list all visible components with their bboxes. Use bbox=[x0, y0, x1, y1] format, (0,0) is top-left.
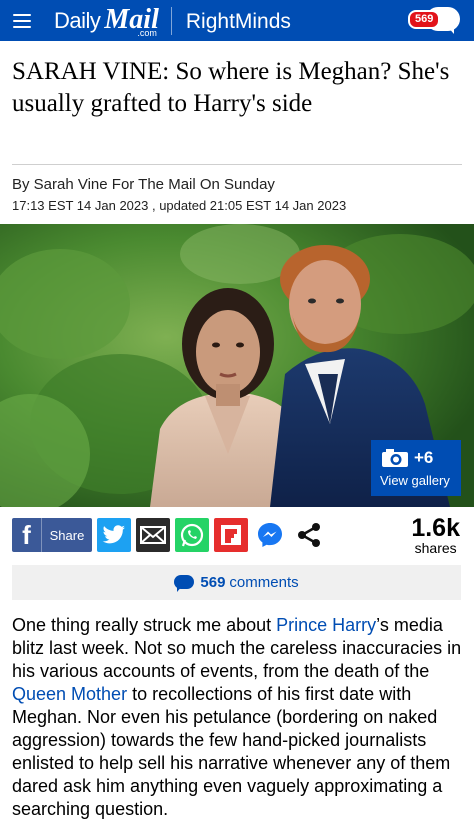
body-text-segment: One thing really struck me about bbox=[12, 615, 277, 635]
menu-icon[interactable] bbox=[0, 0, 44, 41]
top-nav-bar: Daily Mail .com RightMinds 569 bbox=[0, 0, 474, 41]
dateline: 17:13 EST 14 Jan 2023 , updated 21:05 ES… bbox=[12, 198, 347, 213]
gallery-count: +6 bbox=[414, 448, 434, 467]
more-share-button[interactable] bbox=[292, 518, 326, 552]
whatsapp-icon bbox=[180, 523, 204, 547]
email-icon bbox=[140, 526, 166, 544]
logo-com: .com bbox=[137, 28, 157, 38]
view-gallery-label: View gallery bbox=[380, 473, 450, 488]
twitter-icon bbox=[102, 525, 126, 544]
comments-count: 569 bbox=[200, 574, 226, 591]
headline-divider bbox=[12, 164, 462, 165]
article-headline: SARAH VINE: So where is Meghan? She's us… bbox=[12, 58, 450, 117]
comments-label: comments bbox=[229, 574, 299, 591]
flipboard-share-button[interactable] bbox=[214, 518, 248, 552]
site-logo[interactable]: Daily Mail .com bbox=[54, 0, 159, 41]
view-gallery-button[interactable]: +6 View gallery bbox=[371, 440, 461, 496]
queen-mother-link[interactable]: Queen Mother bbox=[12, 684, 127, 704]
facebook-share-label: Share bbox=[49, 527, 85, 543]
comment-icon bbox=[174, 574, 195, 592]
logo-divider bbox=[170, 6, 172, 35]
facebook-icon: f bbox=[12, 518, 42, 552]
share-count-number: 1.6k bbox=[411, 514, 460, 542]
article-body-paragraph: One thing really struck me about Prince … bbox=[12, 614, 467, 821]
comment-count-button[interactable]: 569 bbox=[408, 7, 460, 34]
flipboard-icon bbox=[221, 525, 241, 545]
channel-title[interactable]: RightMinds bbox=[186, 10, 291, 34]
share-count-label: shares bbox=[414, 540, 457, 556]
messenger-icon bbox=[258, 523, 282, 547]
body-text-segment: to recollections of his first date with … bbox=[12, 684, 451, 819]
share-count: 1.6k shares bbox=[411, 515, 460, 555]
prince-harry-link[interactable]: Prince Harry bbox=[276, 615, 376, 635]
share-icon bbox=[298, 523, 320, 547]
camera-icon bbox=[380, 448, 410, 468]
logo-daily: Daily bbox=[54, 8, 101, 33]
whatsapp-share-button[interactable] bbox=[175, 518, 209, 552]
messenger-share-button[interactable] bbox=[253, 518, 287, 552]
byline: By Sarah Vine For The Mail On Sunday bbox=[12, 176, 275, 193]
twitter-share-button[interactable] bbox=[97, 518, 131, 552]
comment-count-badge: 569 bbox=[408, 10, 441, 29]
email-share-button[interactable] bbox=[136, 518, 170, 552]
share-bar: f Share bbox=[12, 518, 326, 552]
facebook-share-button[interactable]: f Share bbox=[12, 518, 92, 552]
comments-link[interactable]: 569 comments bbox=[12, 565, 461, 600]
